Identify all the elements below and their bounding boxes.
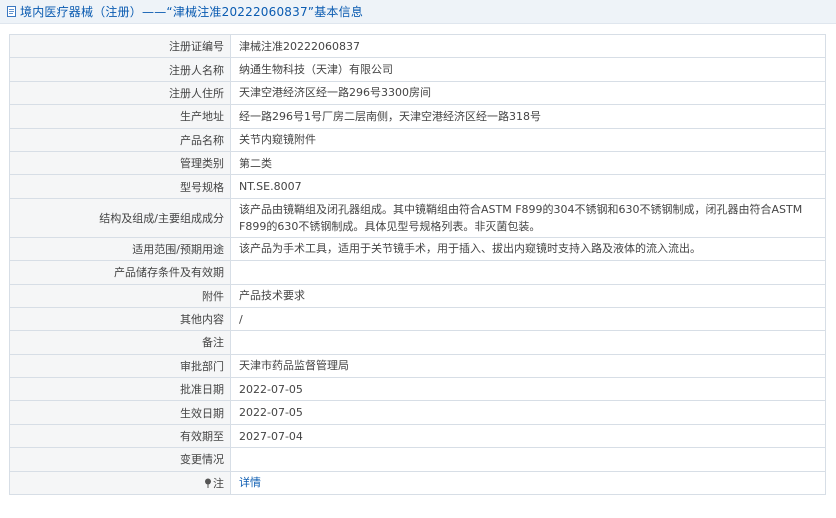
table-row: 产品储存条件及有效期 — [9, 260, 826, 285]
table-row: 注册人名称 纳通生物科技（天津）有限公司 — [9, 57, 826, 82]
table-row: 变更情况 — [9, 447, 826, 472]
row-value: 该产品由镜鞘组及闭孔器组成。其中镜鞘组由符合ASTM F899的304不锈钢和6… — [230, 197, 826, 238]
row-label: 注册人住所 — [9, 80, 231, 106]
table-row: 审批部门 天津市药品监督管理局 — [9, 353, 826, 379]
table-row: 注册证编号 津械注准20222060837 — [9, 33, 826, 59]
table-row: 注册人住所 天津空港经济区经一路296号3300房间 — [9, 80, 826, 106]
row-label: 产品名称 — [9, 127, 231, 152]
row-label: 附件 — [9, 283, 231, 308]
table-row: 附件 产品技术要求 — [9, 283, 826, 308]
row-value: 经一路296号1号厂房二层南侧，天津空港经济区经一路318号 — [230, 104, 826, 129]
table-row: 结构及组成/主要组成成分 该产品由镜鞘组及闭孔器组成。其中镜鞘组由符合ASTM F… — [9, 197, 826, 238]
row-label: 产品储存条件及有效期 — [9, 260, 231, 285]
page-header: 境内医疗器械（注册）——“津械注准20222060837”基本信息 — [0, 0, 836, 24]
pin-icon — [205, 478, 211, 488]
document-icon — [7, 6, 16, 17]
row-value: / — [230, 306, 826, 332]
row-label: 注册证编号 — [9, 33, 231, 59]
row-label: 备注 — [9, 330, 231, 355]
table-row: 批准日期 2022-07-05 — [9, 377, 826, 402]
row-label: 批准日期 — [9, 377, 231, 402]
row-label: 适用范围/预期用途 — [9, 236, 231, 262]
details-link[interactable]: 详情 — [239, 476, 261, 489]
row-value: 2022-07-05 — [230, 400, 826, 425]
row-label: 管理类别 — [9, 150, 231, 176]
table-row: 备注 — [9, 330, 826, 355]
row-label: 变更情况 — [9, 447, 231, 472]
row-label: 审批部门 — [9, 353, 231, 379]
table-row: 型号规格 NT.SE.8007 — [9, 174, 826, 199]
row-label: 型号规格 — [9, 174, 231, 199]
table-row: 产品名称 关节内窥镜附件 — [9, 127, 826, 152]
row-label: 其他内容 — [9, 306, 231, 332]
table-row: 生效日期 2022-07-05 — [9, 400, 826, 425]
detail-label-text: 注 — [213, 476, 224, 490]
table-row-detail: 注 详情 — [9, 470, 826, 496]
row-label: 有效期至 — [9, 423, 231, 449]
row-value: 第二类 — [230, 150, 826, 176]
page-title: 境内医疗器械（注册）——“津械注准20222060837”基本信息 — [20, 5, 364, 19]
row-value: 2027-07-04 — [230, 423, 826, 449]
row-value: 天津市药品监督管理局 — [230, 353, 826, 379]
row-label: 注册人名称 — [9, 57, 231, 82]
table-row: 其他内容 / — [9, 306, 826, 332]
row-value — [230, 447, 826, 472]
detail-row-value: 详情 — [230, 470, 826, 496]
row-label: 生效日期 — [9, 400, 231, 425]
row-value: NT.SE.8007 — [230, 174, 826, 199]
table-row: 管理类别 第二类 — [9, 150, 826, 176]
row-value — [230, 330, 826, 355]
detail-row-label: 注 — [9, 470, 231, 496]
row-value: 津械注准20222060837 — [230, 33, 826, 59]
table-row: 生产地址 经一路296号1号厂房二层南侧，天津空港经济区经一路318号 — [9, 104, 826, 129]
row-value: 该产品为手术工具，适用于关节镜手术，用于插入、拔出内窥镜时支持入路及液体的流入流… — [230, 236, 826, 262]
table-row: 适用范围/预期用途 该产品为手术工具，适用于关节镜手术，用于插入、拔出内窥镜时支持… — [9, 236, 826, 262]
row-value — [230, 260, 826, 285]
row-value: 关节内窥镜附件 — [230, 127, 826, 152]
table-row: 有效期至 2027-07-04 — [9, 423, 826, 449]
row-value: 纳通生物科技（天津）有限公司 — [230, 57, 826, 82]
row-label: 生产地址 — [9, 104, 231, 129]
row-value: 产品技术要求 — [230, 283, 826, 308]
row-value: 天津空港经济区经一路296号3300房间 — [230, 80, 826, 106]
row-value: 2022-07-05 — [230, 377, 826, 402]
basic-info-table: 注册证编号 津械注准20222060837 注册人名称 纳通生物科技（天津）有限公司… — [9, 33, 826, 496]
info-table-container: 注册证编号 津械注准20222060837 注册人名称 纳通生物科技（天津）有限公司… — [9, 33, 826, 496]
row-label: 结构及组成/主要组成成分 — [9, 197, 231, 238]
